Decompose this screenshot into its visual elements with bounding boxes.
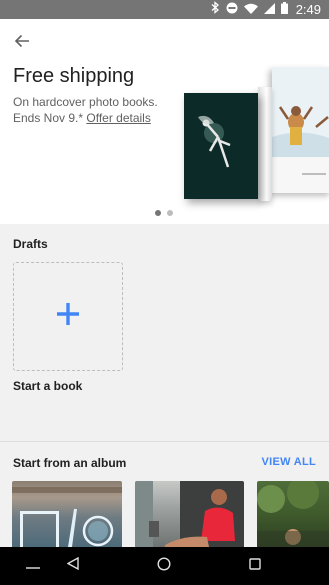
promo-banner[interactable]: Free shipping On hardcover photo books. … <box>0 19 329 224</box>
photo-book-image <box>180 67 329 207</box>
home-nav-button[interactable] <box>144 547 184 585</box>
section-divider <box>0 441 329 442</box>
album-thumbnail[interactable] <box>257 481 329 547</box>
triangle-back-icon <box>66 556 79 575</box>
wifi-icon <box>243 1 258 19</box>
keyboard-hide-button[interactable] <box>13 547 53 585</box>
drafts-heading: Drafts <box>13 237 48 251</box>
plus-icon <box>55 301 81 332</box>
carousel-dot-1[interactable] <box>155 210 161 216</box>
view-all-button[interactable]: VIEW ALL <box>261 456 316 468</box>
recents-nav-button[interactable] <box>235 547 275 585</box>
back-button[interactable] <box>10 31 34 55</box>
promo-title: Free shipping <box>13 65 135 87</box>
home-circle-icon <box>157 556 171 576</box>
book-spine <box>258 87 272 201</box>
bluetooth-icon <box>210 0 220 19</box>
promo-expiry: Ends Nov 9.* Offer details <box>13 111 151 125</box>
album-thumbnail[interactable] <box>12 481 122 547</box>
front-book-cover <box>184 93 258 199</box>
status-bar: 2:49 <box>0 0 329 19</box>
start-book-button[interactable] <box>13 262 123 371</box>
start-book-label: Start a book <box>13 379 83 393</box>
carousel-dot-2[interactable] <box>167 210 173 216</box>
back-nav-button[interactable] <box>53 547 93 585</box>
album-list <box>0 481 329 547</box>
album-thumbnail[interactable] <box>135 481 244 547</box>
albums-heading: Start from an album <box>13 456 127 470</box>
promo-description: On hardcover photo books. <box>13 95 158 109</box>
battery-icon <box>280 1 288 19</box>
cell-signal-icon <box>263 1 275 19</box>
status-icons: 2:49 <box>210 0 321 19</box>
carousel-indicator <box>155 210 173 216</box>
system-nav-bar <box>0 547 329 585</box>
offer-details-link[interactable]: Offer details <box>86 111 150 125</box>
do-not-disturb-icon <box>226 1 238 19</box>
status-time: 2:49 <box>295 2 321 17</box>
promo-expiry-text: Ends Nov 9.* <box>13 111 87 125</box>
recents-square-icon <box>249 557 261 575</box>
keyboard-hide-icon <box>26 557 40 575</box>
arrow-back-icon <box>14 33 30 54</box>
back-book-cover <box>272 67 329 193</box>
